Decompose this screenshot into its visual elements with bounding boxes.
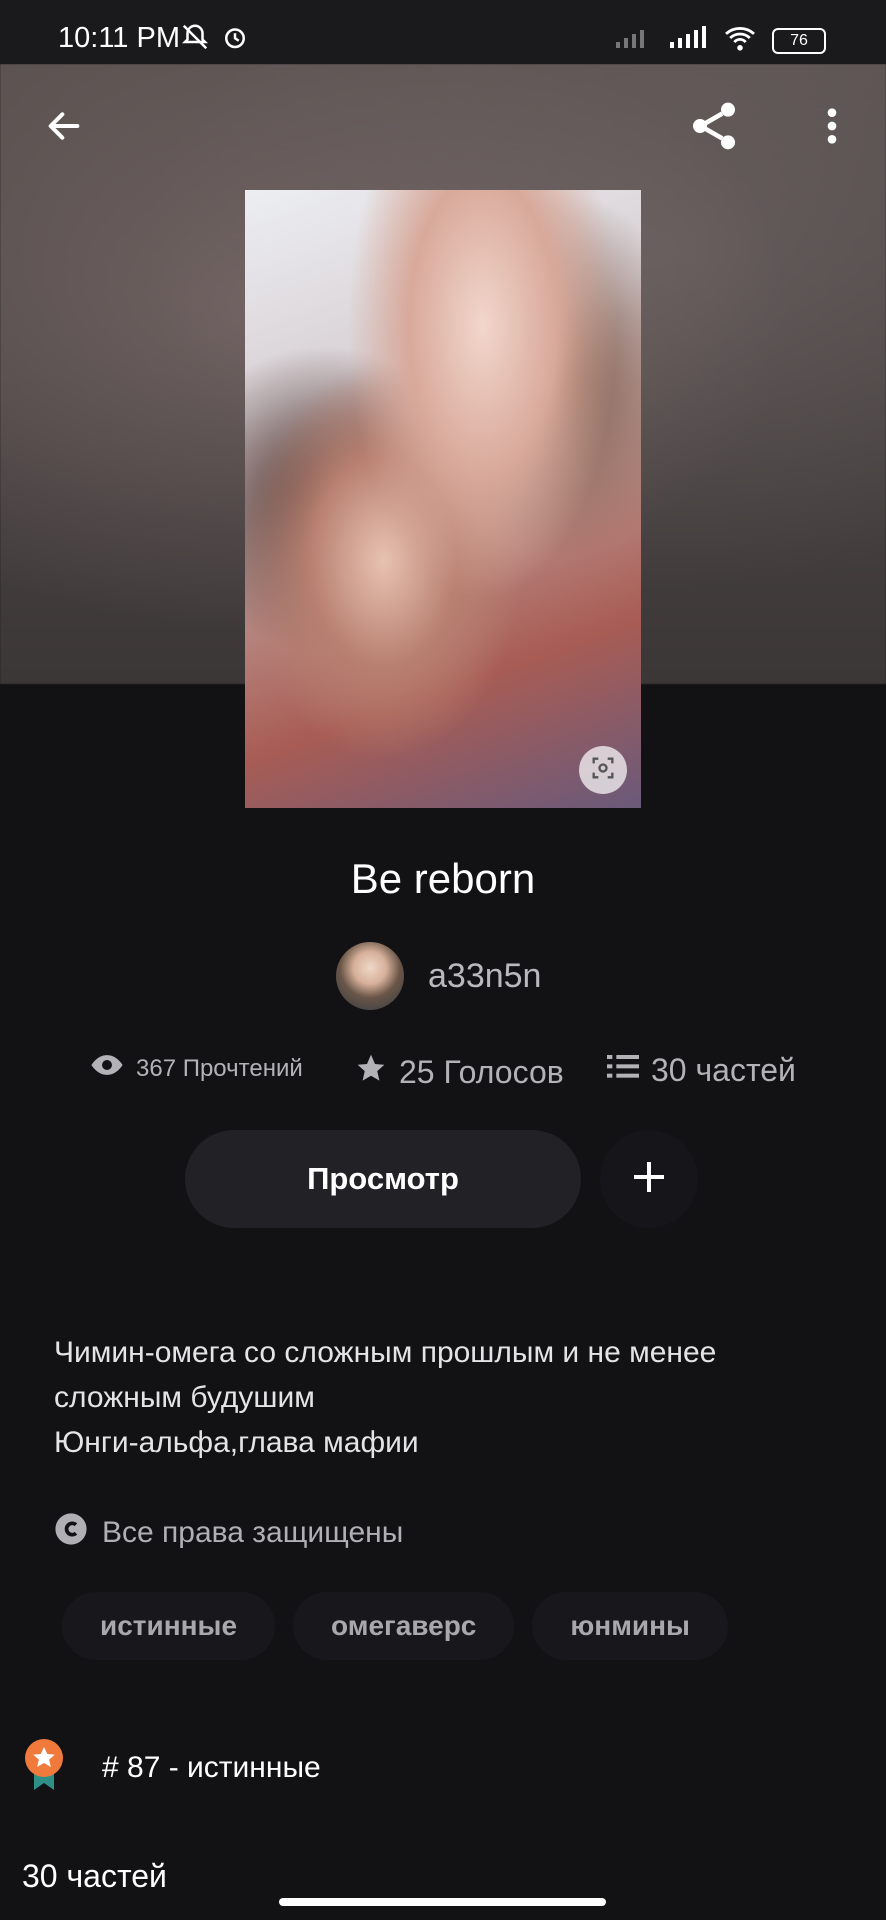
arrow-left-icon xyxy=(44,106,84,151)
star-icon xyxy=(355,1052,387,1092)
copyright-icon xyxy=(54,1512,88,1554)
signal-icon xyxy=(668,26,708,55)
author-avatar[interactable] xyxy=(336,942,404,1010)
status-bar: 10:11 PM 76 xyxy=(0,0,886,64)
image-search-button[interactable] xyxy=(579,746,627,794)
story-cover-image[interactable] xyxy=(245,190,641,808)
back-button[interactable] xyxy=(32,96,96,160)
ranking-row[interactable]: # 87 - истинные xyxy=(22,1738,321,1797)
scan-icon xyxy=(589,754,617,787)
reads-count: 367 Прочтений xyxy=(136,1054,303,1082)
tag-chip[interactable]: омегаверс xyxy=(293,1592,515,1660)
plus-icon xyxy=(629,1157,669,1202)
ranking-badge-icon xyxy=(22,1738,66,1797)
reads-stat: 367 Прочтений xyxy=(90,1052,303,1085)
add-to-library-button[interactable] xyxy=(600,1130,698,1228)
list-icon xyxy=(607,1052,639,1089)
tag-chip[interactable]: истинные xyxy=(62,1592,276,1660)
description-line: Юнги-альфа,глава мафии xyxy=(54,1426,419,1459)
bell-muted-icon xyxy=(180,22,210,57)
copyright-notice: Все права защищены xyxy=(54,1512,403,1554)
battery-level: 76 xyxy=(790,31,808,49)
share-icon xyxy=(686,98,742,159)
story-description: Чимин-омега со сложным прошлым и не мене… xyxy=(54,1330,844,1465)
status-system-icons: 76 xyxy=(614,24,826,57)
tag-list: истинные омегаверс юнмины xyxy=(62,1592,728,1660)
votes-count: 25 Голосов xyxy=(399,1053,564,1090)
story-title: Be reborn xyxy=(350,855,536,902)
home-indicator[interactable] xyxy=(279,1898,606,1906)
tag-chip[interactable]: юнмины xyxy=(532,1592,728,1660)
wifi-icon xyxy=(722,24,758,57)
alarm-icon xyxy=(220,22,250,57)
author-name[interactable]: a33n5n xyxy=(428,957,541,996)
status-notification-icons xyxy=(180,22,250,57)
ranking-text: # 87 - истинные xyxy=(102,1750,321,1784)
view-button[interactable]: Просмотр xyxy=(185,1130,581,1228)
parts-heading: 30 частей xyxy=(22,1858,167,1894)
copyright-text: Все права защищены xyxy=(102,1516,404,1549)
votes-stat: 25 Голосов xyxy=(355,1052,564,1092)
share-button[interactable] xyxy=(682,96,746,160)
parts-count: 30 частей xyxy=(651,1052,796,1088)
more-vertical-icon xyxy=(826,106,838,151)
battery-indicator: 76 xyxy=(772,27,826,54)
author-link[interactable]: a33n5n xyxy=(336,942,541,1010)
description-line: Чимин-омега со сложным прошлым и не мене… xyxy=(54,1336,717,1414)
more-options-button[interactable] xyxy=(800,96,864,160)
status-time: 10:11 PM xyxy=(58,22,180,54)
signal-off-icon xyxy=(614,26,654,55)
parts-stat: 30 частей xyxy=(607,1052,796,1089)
eye-icon xyxy=(90,1052,124,1085)
